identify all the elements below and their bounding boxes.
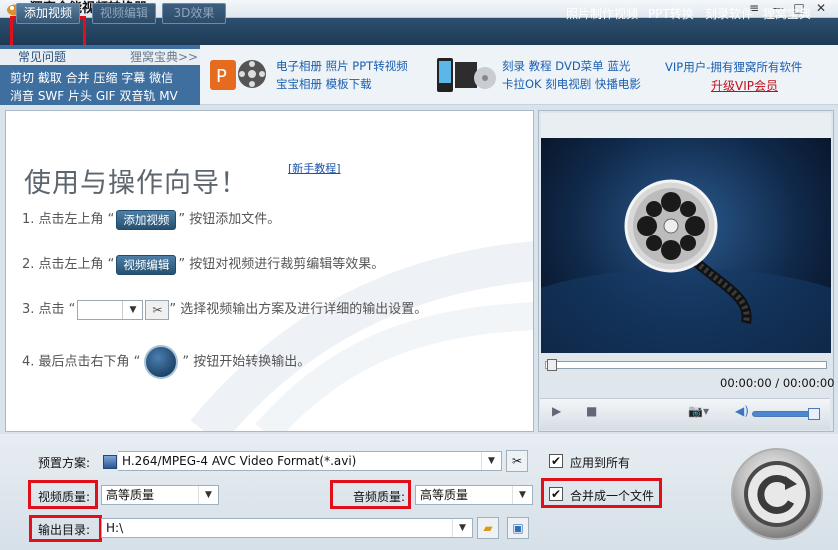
time-display: 00:00:00 / 00:00:00 [720,376,835,390]
faq-row-2[interactable]: 消音 SWF 片头 GIF 双音轨 MV [10,89,178,103]
merge-label: 合并成一个文件 [570,489,655,503]
promo-burn-line-1[interactable]: 刻录 教程 DVD菜单 蓝光 [502,57,630,75]
guide-panel: 使用与操作向导！ [新手教程] 1. 点击左上角 “添加视频” 按钮添加文件。 … [5,110,534,432]
step-1-chip: 添加视频 [116,209,177,230]
audio-quality-label: 音频质量: [353,490,406,504]
faq-row-1[interactable]: 剪切 截取 合并 压缩 字幕 微信 [10,71,173,85]
browse-folder-icon[interactable]: ▰ [477,517,499,539]
seek-handle[interactable] [547,359,557,371]
apply-all-checkbox[interactable]: ✔ [549,454,563,468]
output-dir-value: H:\ [106,521,124,535]
video-quality-dropdown[interactable]: 高等质量 ▼ [101,485,219,505]
open-folder-icon[interactable]: ▣ [507,517,529,539]
link-baodian[interactable]: 狸窝宝典 [763,4,811,24]
step-1-pre: 1. 点击左上角 “ [22,212,115,227]
step-1-post: ” 按钮添加文件。 [178,212,281,227]
step-2: 2. 点击左上角 “视频编辑” 按钮对视频进行裁剪编辑等效果。 [22,254,384,276]
preset-value: H.264/MPEG-4 AVC Video Format(*.avi) [122,454,357,468]
dvd-burn-icon [437,58,496,92]
step-3: 3. 点击 “▼ ✂” 选择视频输出方案及进行详细的输出设置。 [22,299,427,321]
guide-title: 使用与操作向导！ [24,168,248,199]
step-3-post: ” 选择视频输出方案及进行详细的输出设置。 [169,302,428,317]
output-dir-field[interactable]: H:\ ▼ [101,518,473,538]
stop-icon[interactable]: ■ [586,404,597,418]
step-3-wrench-icon: ✂ [145,299,170,320]
step-3-pre: 3. 点击 “ [22,302,76,317]
volume-icon[interactable]: ◀) [735,404,749,418]
step-2-chip: 视频编辑 [116,254,177,275]
video-quality-chevron-icon: ▼ [198,486,218,504]
step-3-dropdown: ▼ [77,299,144,320]
video-quality-label: 视频质量: [38,490,91,504]
output-label: 输出目录: [38,523,91,537]
edit-video-button[interactable]: 视频编辑 [92,3,156,24]
svg-text:P: P [216,66,227,87]
preset-dropdown[interactable]: H.264/MPEG-4 AVC Video Format(*.avi) ▼ [118,451,502,471]
merge-checkbox[interactable]: ✔ [549,487,563,501]
output-chevron-icon: ▼ [452,519,472,537]
step-4-pre: 4. 最后点击右下角 “ [22,354,141,370]
link-ppt[interactable]: PPT转换 [648,4,694,24]
vip-upgrade-link[interactable]: 升级VIP会员 [711,77,778,94]
step-4-convert-icon [144,345,179,379]
vip-line[interactable]: VIP用户-拥有狸窝所有软件 [665,58,802,76]
link-photo-video[interactable]: 照片制作视频 [566,4,638,24]
preset-settings-icon[interactable]: ✂ [506,450,528,472]
promo-album-line-2[interactable]: 宝宝相册 模板下载 [276,75,372,93]
preset-label: 预置方案: [38,456,91,470]
step-2-pre: 2. 点击左上角 “ [22,257,115,272]
apply-all-label: 应用到所有 [570,456,631,470]
preset-chevron-icon: ▼ [481,452,501,470]
tutorial-link[interactable]: [新手教程] [288,160,341,176]
faq-baodian-link[interactable]: 狸窝宝典>> [130,50,198,64]
promo-album-line-1[interactable]: 电子相册 照片 PPT转视频 [276,57,408,75]
seek-bar[interactable] [545,361,827,369]
audio-quality-chevron-icon: ▼ [512,486,532,504]
step-4-post: ” 按钮开始转换输出。 [182,354,311,370]
film-reel-icon [541,179,831,353]
ppt-film-icon: P [210,60,266,90]
convert-button[interactable] [731,448,823,540]
step-2-post: ” 按钮对视频进行裁剪编辑等效果。 [178,257,385,272]
convert-arrow-icon [744,461,810,527]
video-quality-value: 高等质量 [106,488,155,502]
play-icon[interactable]: ▶ [552,404,561,418]
step-1: 1. 点击左上角 “添加视频” 按钮添加文件。 [22,209,280,231]
faq-title: 常见问题 [18,50,67,64]
volume-knob[interactable] [808,408,820,420]
step-4: 4. 最后点击右下角 “ ” 按钮开始转换输出。 [22,345,310,379]
faq-panel: 常见问题 狸窝宝典>> 剪切 截取 合并 压缩 字幕 微信 消音 SWF 片头 … [0,45,200,105]
promo-burn-line-2[interactable]: 卡拉OK 刻电视剧 快播电影 [502,75,641,93]
audio-quality-dropdown[interactable]: 高等质量 ▼ [415,485,533,505]
preset-format-icon [103,455,117,469]
audio-quality-value: 高等质量 [420,488,469,502]
3d-effect-button[interactable]: 3D效果 [162,3,226,24]
link-burn[interactable]: 刻录软件 [705,4,753,24]
add-video-button[interactable]: 添加视频 [16,3,80,24]
close-button[interactable]: ✕ [813,1,829,16]
video-screen [541,138,831,353]
snapshot-icon[interactable]: 📷▾ [688,404,709,418]
preview-header [541,113,831,138]
